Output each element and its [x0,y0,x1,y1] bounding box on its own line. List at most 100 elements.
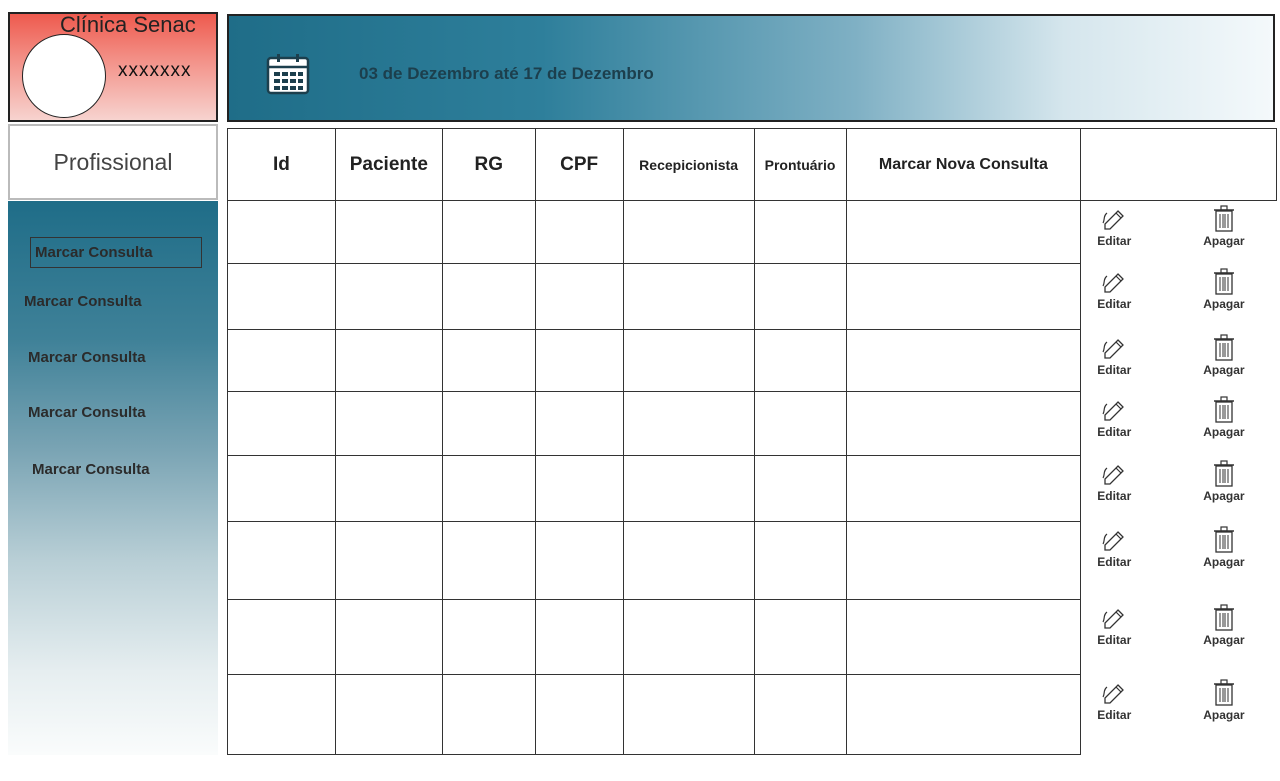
sidebar-item-marcar-consulta-1[interactable]: Marcar Consulta [30,237,202,268]
avatar[interactable] [22,34,106,118]
table-cell[interactable] [334,599,443,675]
table-row[interactable]: Editar Apagar [227,263,1277,330]
delete-label: Apagar [1203,488,1245,503]
table-cell[interactable] [845,329,1082,392]
edit-button[interactable]: Editar [1097,336,1131,377]
row-actions: Editar Apagar [1080,674,1277,755]
table-cell[interactable] [845,674,1082,755]
edit-button[interactable]: Editar [1097,207,1131,248]
table-cell[interactable] [622,599,755,675]
table-cell[interactable] [441,521,536,600]
delete-button[interactable]: Apagar [1203,395,1245,439]
table-cell[interactable] [753,521,847,600]
table-cell[interactable] [227,455,336,522]
table-cell[interactable] [227,599,336,675]
table-cell[interactable] [622,263,755,330]
calendar-icon[interactable] [265,52,311,96]
delete-button[interactable]: Apagar [1203,205,1245,248]
table-cell[interactable] [534,455,624,522]
delete-label: Apagar [1203,707,1245,722]
table-cell[interactable] [334,263,443,330]
table-cell[interactable] [534,329,624,392]
table-cell[interactable] [534,391,624,456]
sidebar-item-marcar-consulta-3[interactable]: Marcar Consulta [28,349,146,366]
edit-button[interactable]: Editar [1097,398,1131,439]
sidebar-item-label: Marcar Consulta [35,244,153,261]
table-cell[interactable] [622,521,755,600]
column-header-recepicionista: Recepicionista [622,128,755,201]
table-cell[interactable] [845,391,1082,456]
table-cell[interactable] [753,200,847,264]
table-row[interactable]: Editar Apagar [227,674,1277,755]
table-cell[interactable] [753,674,847,755]
table-cell[interactable] [334,455,443,522]
table-row[interactable]: Editar Apagar [227,200,1277,264]
sidebar-item-marcar-consulta-4[interactable]: Marcar Consulta [28,404,146,421]
table-cell[interactable] [334,391,443,456]
table-cell[interactable] [622,200,755,264]
edit-button[interactable]: Editar [1097,270,1131,311]
table-cell[interactable] [534,521,624,600]
edit-button[interactable]: Editar [1097,606,1131,647]
delete-button[interactable]: Apagar [1203,525,1245,569]
table-cell[interactable] [753,599,847,675]
table-row[interactable]: Editar Apagar [227,391,1277,456]
table-cell[interactable] [441,391,536,456]
sidebar-item-marcar-consulta-2[interactable]: Marcar Consulta [24,293,142,310]
table-cell[interactable] [753,455,847,522]
table-cell[interactable] [534,599,624,675]
table-cell[interactable] [227,263,336,330]
delete-button[interactable]: Apagar [1203,267,1245,311]
table-cell[interactable] [227,521,336,600]
sidebar-item-marcar-consulta-5[interactable]: Marcar Consulta [32,461,150,478]
table-cell[interactable] [753,263,847,330]
table-row[interactable]: Editar Apagar [227,329,1277,392]
table-cell[interactable] [441,674,536,755]
table-cell[interactable] [534,200,624,264]
table-cell[interactable] [534,674,624,755]
table-cell[interactable] [845,200,1082,264]
table-cell[interactable] [534,263,624,330]
table-cell[interactable] [441,200,536,264]
trash-icon [1213,395,1235,424]
delete-button[interactable]: Apagar [1203,603,1245,647]
table-cell[interactable] [753,391,847,456]
table-cell[interactable] [227,329,336,392]
table-cell[interactable] [622,391,755,456]
pencil-icon [1101,398,1127,424]
edit-button[interactable]: Editar [1097,462,1131,503]
table-row[interactable]: Editar Apagar [227,599,1277,675]
table-row[interactable]: Editar Apagar [227,521,1277,600]
clinic-title: Clínica Senac [60,12,196,37]
table-cell[interactable] [334,521,443,600]
table-cell[interactable] [227,200,336,264]
table-cell[interactable] [334,329,443,392]
table-cell[interactable] [441,329,536,392]
table-cell[interactable] [622,674,755,755]
table-cell[interactable] [753,329,847,392]
table-cell[interactable] [334,200,443,264]
table-cell[interactable] [441,455,536,522]
table-cell[interactable] [622,455,755,522]
sidebar-item-label: Marcar Consulta [32,461,150,478]
delete-button[interactable]: Apagar [1203,333,1245,377]
table-row[interactable]: Editar Apagar [227,455,1277,522]
table-cell[interactable] [622,329,755,392]
delete-button[interactable]: Apagar [1203,678,1245,722]
edit-button[interactable]: Editar [1097,528,1131,569]
delete-button[interactable]: Apagar [1203,459,1245,503]
table-cell[interactable] [334,674,443,755]
table-cell[interactable] [845,599,1082,675]
table-cell[interactable] [227,674,336,755]
table-cell[interactable] [441,263,536,330]
table-cell[interactable] [845,455,1082,522]
table-cell[interactable] [845,263,1082,330]
edit-button[interactable]: Editar [1097,681,1131,722]
column-header-cpf: CPF [534,128,624,201]
trash-icon [1213,603,1235,632]
table-cell[interactable] [227,391,336,456]
appointments-table: Id Paciente RG CPF Recepicionista Prontu… [227,128,1277,755]
user-name: xxxxxxx [118,60,192,81]
table-cell[interactable] [441,599,536,675]
table-cell[interactable] [845,521,1082,600]
